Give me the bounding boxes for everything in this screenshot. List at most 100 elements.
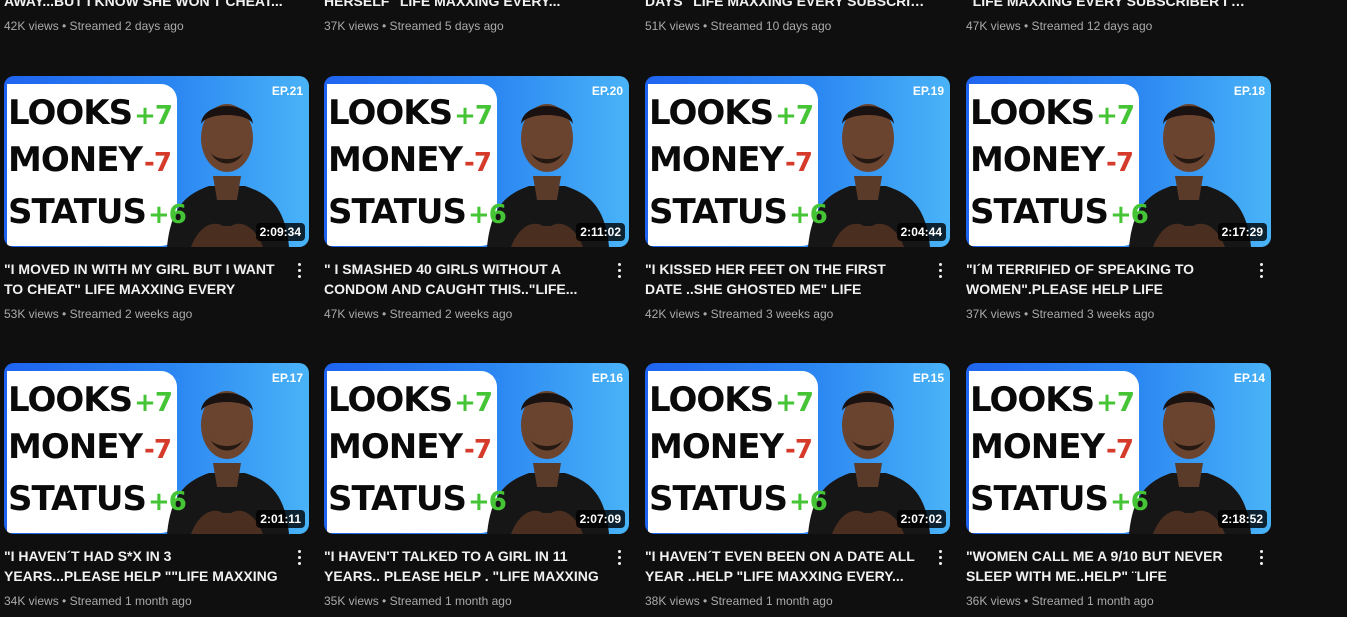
- video-title[interactable]: "I MOVED IN WITH MY GIRL BUT I WANT TO C…: [4, 259, 279, 299]
- video-card[interactable]: LOOKS+7 MONEY-7 STATUS+6 EP.19 2:04:44 "…: [645, 76, 950, 321]
- view-count: 42K views: [645, 307, 700, 321]
- more-actions-icon[interactable]: [611, 260, 627, 280]
- more-actions-icon[interactable]: [611, 547, 627, 567]
- view-count: 37K views: [966, 307, 1021, 321]
- video-meta: 34K views • Streamed 1 month ago: [4, 594, 192, 608]
- video-meta: 37K views • Streamed 3 weeks ago: [966, 307, 1155, 321]
- view-count: 36K views: [966, 594, 1021, 608]
- episode-badge: EP.16: [591, 371, 623, 385]
- view-count: 38K views: [645, 594, 700, 608]
- thumb-looks-label: LOOKS+7: [328, 380, 493, 420]
- more-actions-icon[interactable]: [291, 547, 307, 567]
- episode-badge: EP.20: [591, 84, 623, 98]
- video-title[interactable]: "I KISSED HER FEET ON THE FIRST DATE ..S…: [645, 259, 920, 299]
- duration-badge: 2:07:02: [896, 510, 946, 528]
- video-thumbnail[interactable]: LOOKS+7 MONEY-7 STATUS+6 EP.15 2:07:02: [645, 363, 950, 534]
- video-meta: 36K views • Streamed 1 month ago: [966, 594, 1154, 608]
- video-title[interactable]: HERSELF" LIFE MAXXING EVERY...: [324, 0, 604, 11]
- duration-badge: 2:09:34: [255, 223, 305, 241]
- view-count: 34K views: [4, 594, 59, 608]
- streamed-date: Streamed 2 weeks ago: [69, 307, 193, 321]
- duration-badge: 2:04:44: [896, 223, 946, 241]
- episode-badge: EP.19: [912, 84, 944, 98]
- video-meta: 47K views • Streamed 2 weeks ago: [324, 307, 513, 321]
- video-meta: 37K views • Streamed 5 days ago: [324, 19, 504, 33]
- more-actions-icon[interactable]: [1253, 260, 1269, 280]
- video-title[interactable]: "I HAVEN´T HAD S*X IN 3 YEARS...PLEASE H…: [4, 546, 279, 586]
- duration-badge: 2:01:11: [256, 510, 305, 528]
- video-thumbnail[interactable]: LOOKS+7 MONEY-7 STATUS+6 EP.20 2:11:02: [324, 76, 629, 247]
- view-count: 35K views: [324, 594, 379, 608]
- thumb-looks-label: LOOKS+7: [328, 93, 493, 133]
- video-card[interactable]: LOOKS+7 MONEY-7 STATUS+6 EP.18 2:17:29 "…: [966, 76, 1271, 321]
- view-count: 47K views: [324, 307, 379, 321]
- video-card[interactable]: LOOKS+7 MONEY-7 STATUS+6 EP.14 2:18:52 "…: [966, 363, 1271, 608]
- view-count: 53K views: [4, 307, 59, 321]
- video-title[interactable]: "I HAVEN´T EVEN BEEN ON A DATE ALL YEAR …: [645, 546, 920, 586]
- video-thumbnail[interactable]: LOOKS+7 MONEY-7 STATUS+6 EP.14 2:18:52: [966, 363, 1271, 534]
- thumb-status-label: STATUS+6: [8, 479, 187, 519]
- video-meta: 51K views • Streamed 10 days ago: [645, 19, 832, 33]
- streamed-date: Streamed 1 month ago: [69, 594, 192, 608]
- video-title[interactable]: "I HAVEN'T TALKED TO A GIRL IN 11 YEARS.…: [324, 546, 599, 586]
- video-meta: 53K views • Streamed 2 weeks ago: [4, 307, 193, 321]
- video-title[interactable]: AWAY...BUT I KNOW SHE WON'T CHEAT...: [4, 0, 284, 11]
- episode-badge: EP.18: [1233, 84, 1265, 98]
- video-title[interactable]: "WOMEN CALL ME A 9/10 BUT NEVER SLEEP WI…: [966, 546, 1241, 586]
- thumb-money-label: MONEY-7: [8, 140, 172, 180]
- duration-badge: 2:07:09: [575, 510, 625, 528]
- streamed-date: Streamed 2 weeks ago: [389, 307, 513, 321]
- video-thumbnail[interactable]: LOOKS+7 MONEY-7 STATUS+6 EP.19 2:04:44: [645, 76, 950, 247]
- video-card[interactable]: LOOKS+7 MONEY-7 STATUS+6 EP.15 2:07:02 "…: [645, 363, 950, 608]
- video-meta: 35K views • Streamed 1 month ago: [324, 594, 512, 608]
- video-meta: 38K views • Streamed 1 month ago: [645, 594, 833, 608]
- thumb-status-label: STATUS+6: [649, 479, 828, 519]
- video-meta: 47K views • Streamed 12 days ago: [966, 19, 1153, 33]
- episode-badge: EP.21: [271, 84, 303, 98]
- thumb-money-label: MONEY-7: [8, 427, 172, 467]
- streamed-date: Streamed 1 month ago: [1031, 594, 1154, 608]
- episode-badge: EP.17: [271, 371, 303, 385]
- thumb-looks-label: LOOKS+7: [649, 380, 814, 420]
- thumb-looks-label: LOOKS+7: [970, 380, 1135, 420]
- video-thumbnail[interactable]: LOOKS+7 MONEY-7 STATUS+6 EP.21 2:09:34: [4, 76, 309, 247]
- thumb-money-label: MONEY-7: [649, 140, 813, 180]
- video-card[interactable]: LOOKS+7 MONEY-7 STATUS+6 EP.17 2:01:11 "…: [4, 363, 309, 608]
- video-card[interactable]: LOOKS+7 MONEY-7 STATUS+6 EP.21 2:09:34 "…: [4, 76, 309, 321]
- video-meta: 42K views • Streamed 2 days ago: [4, 19, 184, 33]
- thumb-status-label: STATUS+6: [649, 192, 828, 232]
- video-thumbnail[interactable]: LOOKS+7 MONEY-7 STATUS+6 EP.16 2:07:09: [324, 363, 629, 534]
- more-actions-icon[interactable]: [932, 547, 948, 567]
- thumb-looks-label: LOOKS+7: [970, 93, 1135, 133]
- video-card[interactable]: LOOKS+7 MONEY-7 STATUS+6 EP.16 2:07:09 "…: [324, 363, 629, 608]
- thumb-looks-label: LOOKS+7: [8, 93, 173, 133]
- video-title[interactable]: " I SMASHED 40 GIRLS WITHOUT A CONDOM AN…: [324, 259, 599, 299]
- video-thumbnail[interactable]: LOOKS+7 MONEY-7 STATUS+6 EP.18 2:17:29: [966, 76, 1271, 247]
- video-title[interactable]: "I´M TERRIFIED OF SPEAKING TO WOMEN".PLE…: [966, 259, 1241, 299]
- episode-badge: EP.14: [1233, 371, 1265, 385]
- more-actions-icon[interactable]: [1253, 547, 1269, 567]
- thumb-looks-label: LOOKS+7: [8, 380, 173, 420]
- thumb-money-label: MONEY-7: [970, 140, 1134, 180]
- thumb-status-label: STATUS+6: [328, 479, 507, 519]
- streamed-date: Streamed 3 weeks ago: [1031, 307, 1155, 321]
- thumb-status-label: STATUS+6: [8, 192, 187, 232]
- video-title[interactable]: "LIFE MAXXING EVERY SUBSCRIBER I HAV...: [966, 0, 1246, 11]
- video-meta: 42K views • Streamed 3 weeks ago: [645, 307, 834, 321]
- video-card[interactable]: LOOKS+7 MONEY-7 STATUS+6 EP.20 2:11:02 "…: [324, 76, 629, 321]
- more-actions-icon[interactable]: [291, 260, 307, 280]
- more-actions-icon[interactable]: [932, 260, 948, 280]
- streamed-date: Streamed 1 month ago: [389, 594, 512, 608]
- streamed-date: Streamed 1 month ago: [710, 594, 833, 608]
- thumb-money-label: MONEY-7: [328, 427, 492, 467]
- duration-badge: 2:11:02: [576, 223, 625, 241]
- thumb-money-label: MONEY-7: [328, 140, 492, 180]
- video-thumbnail[interactable]: LOOKS+7 MONEY-7 STATUS+6 EP.17 2:01:11: [4, 363, 309, 534]
- streamed-date: Streamed 3 weeks ago: [710, 307, 834, 321]
- video-title[interactable]: DAYS" LIFE MAXXING EVERY SUBSCRIBER ...: [645, 0, 925, 11]
- thumb-status-label: STATUS+6: [970, 479, 1149, 519]
- episode-badge: EP.15: [912, 371, 944, 385]
- thumb-status-label: STATUS+6: [328, 192, 507, 232]
- thumb-status-label: STATUS+6: [970, 192, 1149, 232]
- duration-badge: 2:18:52: [1217, 510, 1267, 528]
